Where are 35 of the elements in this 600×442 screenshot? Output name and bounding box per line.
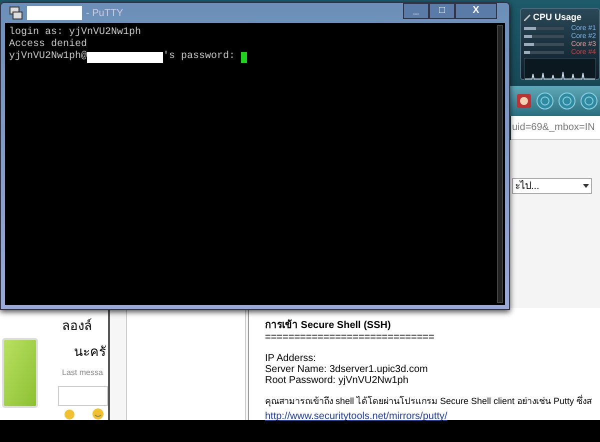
article-line: Server Name: 3dserver1.upic3d.com — [265, 364, 429, 375]
terminal-text: yjVnVU2Nw1ph@ — [9, 51, 88, 63]
chat-text: นะครั — [73, 342, 106, 360]
article-line: IP Adderss: — [265, 353, 317, 364]
close-button[interactable]: X — [455, 3, 497, 19]
window-title: - PuTTY — [86, 6, 124, 20]
message-box[interactable] — [58, 386, 108, 406]
computer-icon — [9, 6, 23, 20]
divider-text: ============================= — [265, 333, 436, 343]
app-icon[interactable] — [516, 93, 532, 109]
caret-icon — [583, 184, 589, 188]
thumbnail — [2, 338, 38, 408]
article-heading: การเข้า Secure Shell (SSH) — [265, 318, 392, 333]
terminal-text: Access denied — [9, 39, 88, 50]
address-bar[interactable]: uid=69&_mbox=IN — [511, 116, 600, 140]
terminal-text: login as: yjVnVU2Nw1ph — [9, 27, 142, 38]
gadget-title: CPU Usage — [533, 11, 582, 24]
terminal-text: 's password: — [163, 51, 236, 63]
article-line: Root Password: yjVnVU2Nw1ph — [265, 375, 410, 386]
cursor — [241, 52, 248, 62]
globe-icon[interactable] — [536, 92, 554, 110]
bullet-text: ลองล์ — [62, 317, 93, 335]
globe-icon[interactable] — [580, 92, 598, 110]
wink-icon[interactable] — [92, 408, 104, 420]
minimize-button[interactable]: _ — [403, 3, 429, 19]
redacted-block — [27, 6, 82, 20]
putty-link[interactable]: http://www.securitytools.net/mirrors/putty/ — [265, 408, 592, 424]
last-message-label: Last messa — [62, 367, 104, 379]
globe-icon[interactable] — [558, 92, 576, 110]
cpu-graph-drawing — [524, 58, 596, 80]
smiley-icon[interactable] — [64, 409, 75, 420]
article-paragraph: คุณสามารถเข้าถึง shell ได้โดยผ่านโปรแกรม Secure Shell client อย่างเช่น Putty ซึ่งส — [265, 395, 592, 408]
pen-icon — [524, 14, 531, 22]
dropdown[interactable]: ะไป... — [512, 178, 592, 194]
maximize-button[interactable]: □ — [429, 3, 455, 19]
